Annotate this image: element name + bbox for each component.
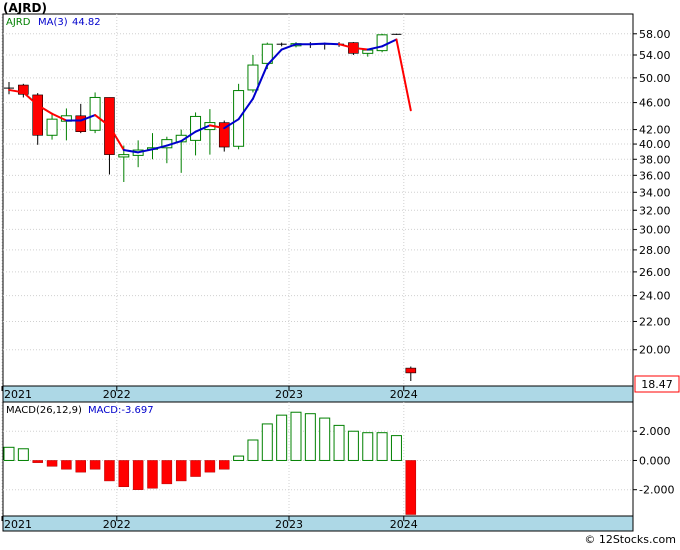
macd-panel: 2.000 0.000 -2.000 MACD(26,12,9) MACD:-3.697… [1, 401, 674, 532]
macd-bar [190, 460, 201, 477]
macd-tick-label: 0.000 [639, 454, 671, 467]
macd-bar [75, 460, 86, 473]
price-tick-label: 30.00 [639, 223, 671, 236]
macd-bar [261, 423, 273, 461]
macd-bar [362, 432, 374, 461]
macd-bar [89, 460, 101, 470]
price-tick-label: 22.00 [639, 315, 671, 328]
macd-bar [17, 448, 29, 461]
macd-bar [304, 413, 316, 461]
chart-title: (AJRD) [3, 1, 47, 15]
macd-tick-label: -2.000 [639, 484, 674, 497]
macd-bar [219, 460, 230, 470]
macd-bar [118, 460, 130, 488]
candle-body [46, 118, 58, 136]
candle-body [89, 96, 101, 131]
macd-bar [3, 446, 15, 461]
ma-line-segment [323, 42, 341, 46]
price-tick-label: 46.00 [639, 97, 671, 110]
macd-bar [46, 460, 58, 467]
macd-legend-value: MACD:-3.697 [88, 405, 154, 416]
macd-bar [276, 414, 288, 461]
price-tick-label: 20.00 [639, 344, 671, 357]
macd-bar [161, 460, 173, 485]
price-tick-label: 42.00 [639, 124, 671, 137]
macd-bar [347, 430, 359, 461]
price-legend-ma-label: MA(3) [38, 17, 68, 28]
macd-bar [175, 460, 187, 482]
macd-bar [233, 455, 245, 461]
macd-bar [132, 460, 144, 490]
macd-bar [319, 417, 331, 461]
macd-year-label: 2021 [4, 518, 32, 531]
macd-bar [290, 411, 302, 461]
price-year-label: 2024 [390, 388, 418, 401]
price-tick-label: 58.00 [639, 28, 671, 41]
macd-year-label: 2024 [390, 518, 418, 531]
macd-plot-frame [2, 401, 634, 517]
price-plot-frame [2, 13, 634, 387]
macd-legend-label: MACD(26,12,9) [6, 405, 82, 416]
candle-body [405, 367, 417, 374]
stock-chart: (AJRD) 20.00 22.00 24.00 26.00 28.00 30.00 32.… [1, 1, 680, 546]
macd-bar [32, 460, 43, 463]
price-year-label: 2023 [275, 388, 303, 401]
macd-bar [204, 460, 216, 473]
macd-x-axis-band [2, 515, 634, 532]
macd-tick-label: 2.000 [639, 425, 671, 438]
price-tick-label: 54.00 [639, 49, 671, 62]
price-tick-label: 24.00 [639, 290, 671, 303]
macd-bar [405, 460, 417, 515]
chart-stage: (AJRD) 20.00 22.00 24.00 26.00 28.00 30.00 32.… [0, 0, 680, 546]
macd-bar [247, 439, 259, 461]
price-legend-ma-value: 44.82 [72, 17, 101, 28]
last-price-label: 18.47 [641, 378, 673, 391]
macd-bar [390, 435, 402, 461]
price-panel: 20.00 22.00 24.00 26.00 28.00 30.00 32.00 34.00… [1, 13, 680, 403]
price-x-axis-band [2, 385, 634, 403]
price-legend-ticker: AJRD [6, 17, 31, 28]
price-tick-label: 26.00 [639, 266, 671, 279]
candle-body [247, 64, 259, 91]
price-tick-label: 34.00 [639, 186, 671, 199]
candle-body [376, 34, 388, 52]
price-tick-label: 50.00 [639, 72, 671, 85]
macd-bar [376, 432, 388, 461]
footer-credit: © 12Stocks.com [584, 533, 676, 546]
macd-bar [147, 460, 158, 489]
candle-body [118, 154, 130, 158]
price-year-label: 2022 [103, 388, 131, 401]
price-tick-label: 38.00 [639, 153, 671, 166]
price-tick-label: 40.00 [639, 138, 671, 151]
macd-bar [104, 460, 115, 482]
price-tick-label: 28.00 [639, 244, 671, 257]
candle-body [362, 49, 374, 54]
macd-bar [61, 460, 72, 470]
macd-bar [333, 424, 345, 461]
macd-year-label: 2022 [103, 518, 131, 531]
price-tick-label: 36.00 [639, 169, 671, 182]
candle-body [190, 115, 202, 141]
ma-line-segment [309, 42, 326, 46]
price-tick-label: 32.00 [639, 204, 671, 217]
macd-year-label: 2023 [275, 518, 303, 531]
price-year-label: 2021 [4, 388, 32, 401]
